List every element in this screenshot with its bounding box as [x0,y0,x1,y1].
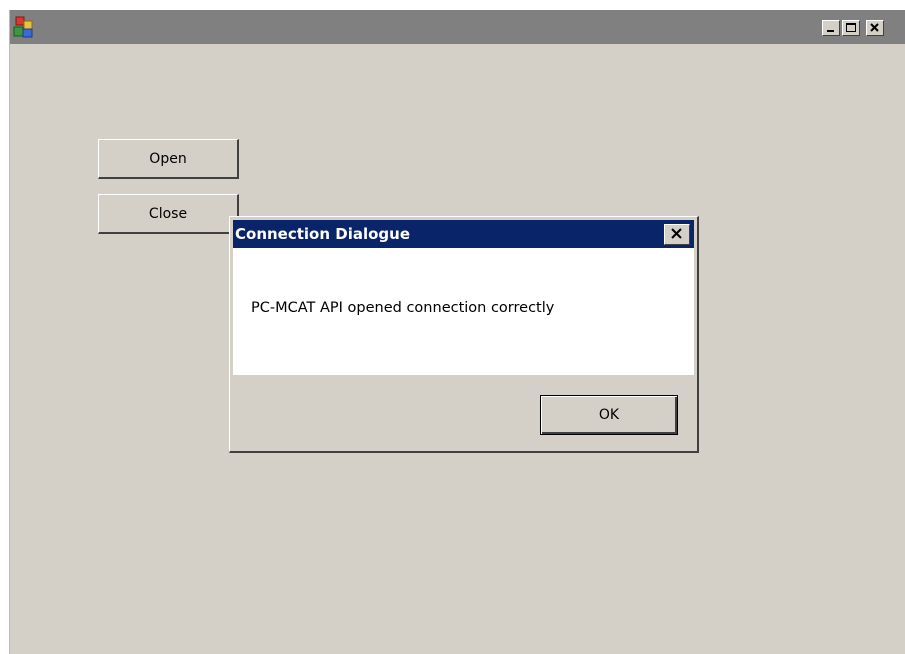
minimize-button[interactable] [822,20,840,36]
maximize-icon [846,23,856,32]
connection-dialog: Connection Dialogue PC-MCAT API opened c… [229,216,699,453]
close-icon [870,23,879,32]
minimize-icon [827,30,834,32]
dialog-body: PC-MCAT API opened connection correctly [233,248,694,375]
close-button[interactable]: Close [98,194,239,234]
dialog-titlebar[interactable]: Connection Dialogue [233,220,694,248]
dialog-title: Connection Dialogue [235,225,411,243]
dialog-message: PC-MCAT API opened connection correctly [251,300,555,316]
open-button[interactable]: Open [98,139,239,179]
app-blocks-icon [12,15,36,39]
window-titlebar[interactable] [10,10,905,44]
main-window: Open Close Connection Dialogue PC-MCAT A… [9,10,905,654]
window-close-button[interactable] [866,20,884,36]
ok-button[interactable]: OK [540,395,678,435]
maximize-button[interactable] [842,20,860,36]
close-icon [671,228,682,239]
dialog-close-button[interactable] [664,224,690,245]
